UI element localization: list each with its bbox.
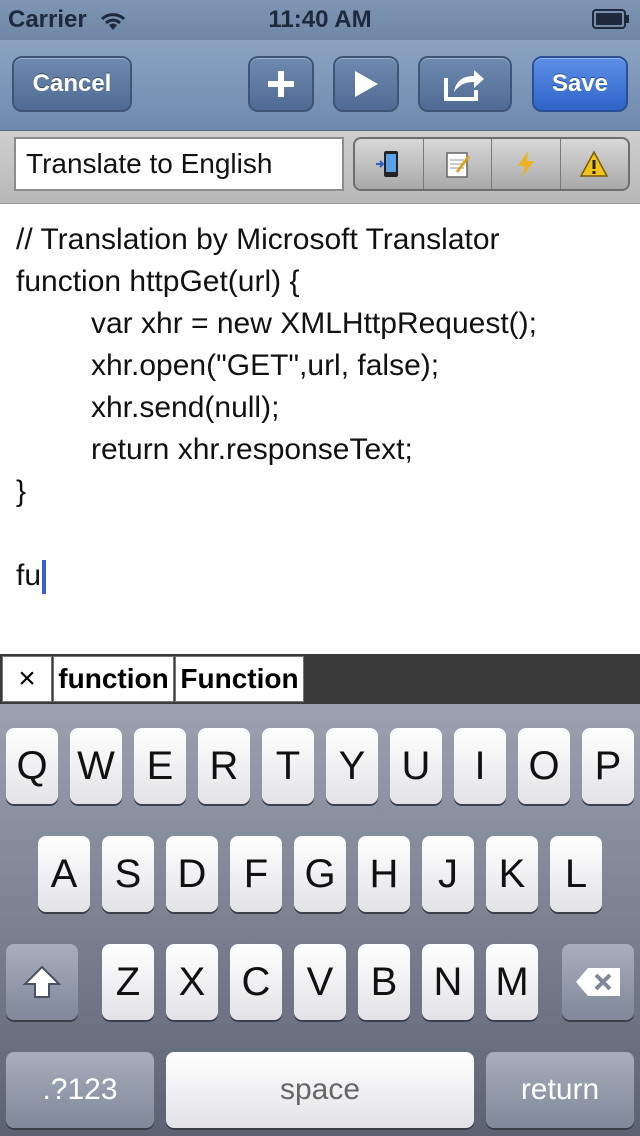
- keyboard: Q W E R T Y U I O P A S D F G H J K L Z …: [0, 704, 640, 1136]
- current-line-text: fu: [16, 559, 42, 592]
- warning-icon: [579, 150, 609, 177]
- notes-button[interactable]: [422, 139, 492, 189]
- key-b[interactable]: B: [358, 944, 410, 1020]
- status-bar: Carrier 11:40 AM: [0, 0, 640, 40]
- plus-icon: [268, 71, 294, 97]
- suggestion-item[interactable]: function: [53, 656, 174, 702]
- code-line: return xhr.responseText;: [91, 433, 413, 466]
- warnings-button[interactable]: [559, 139, 629, 189]
- lightning-icon: [517, 151, 534, 177]
- battery-icon: [592, 9, 629, 29]
- key-y[interactable]: Y: [326, 728, 378, 804]
- autocomplete-bar: × function Function: [0, 654, 640, 704]
- code-editor[interactable]: // Translation by Microsoft Translator f…: [0, 204, 640, 654]
- key-g[interactable]: G: [294, 836, 346, 912]
- title-input[interactable]: Translate to English: [14, 137, 344, 191]
- suggestion-item[interactable]: Function: [175, 656, 304, 702]
- key-c[interactable]: C: [230, 944, 282, 1020]
- key-l[interactable]: L: [550, 836, 602, 912]
- title-row: Translate to English: [0, 131, 640, 204]
- key-j[interactable]: J: [422, 836, 474, 912]
- space-key[interactable]: space: [166, 1052, 474, 1128]
- shift-key[interactable]: [6, 944, 78, 1020]
- key-k[interactable]: K: [486, 836, 538, 912]
- key-m[interactable]: M: [486, 944, 538, 1020]
- key-u[interactable]: U: [390, 728, 442, 804]
- key-t[interactable]: T: [262, 728, 314, 804]
- key-v[interactable]: V: [294, 944, 346, 1020]
- tool-segmented-control: [353, 137, 630, 191]
- key-h[interactable]: H: [358, 836, 410, 912]
- key-i[interactable]: I: [454, 728, 506, 804]
- numbers-key[interactable]: .?123: [6, 1052, 154, 1128]
- key-d[interactable]: D: [166, 836, 218, 912]
- key-x[interactable]: X: [166, 944, 218, 1020]
- code-line: }: [16, 475, 27, 508]
- key-r[interactable]: R: [198, 728, 250, 804]
- notepad-icon: [446, 152, 471, 178]
- key-f[interactable]: F: [230, 836, 282, 912]
- key-z[interactable]: Z: [102, 944, 154, 1020]
- key-w[interactable]: W: [70, 728, 122, 804]
- run-fast-button[interactable]: [491, 139, 560, 189]
- share-icon: [444, 70, 484, 101]
- add-button[interactable]: [248, 56, 314, 112]
- key-a[interactable]: A: [38, 836, 90, 912]
- shift-arrow-icon: [22, 965, 62, 998]
- code-line: xhr.send(null);: [91, 391, 280, 424]
- backspace-icon: [576, 968, 620, 996]
- code-line: // Translation by Microsoft Translator: [16, 223, 500, 256]
- key-p[interactable]: P: [582, 728, 634, 804]
- dismiss-suggestions-button[interactable]: ×: [2, 656, 52, 702]
- share-button[interactable]: [418, 56, 512, 112]
- status-time: 11:40 AM: [268, 6, 372, 33]
- phone-icon: [375, 151, 398, 177]
- delete-key[interactable]: [562, 944, 634, 1020]
- key-q[interactable]: Q: [6, 728, 58, 804]
- key-s[interactable]: S: [102, 836, 154, 912]
- cancel-button[interactable]: Cancel: [12, 56, 132, 112]
- run-button[interactable]: [333, 56, 399, 112]
- text-cursor: [42, 560, 47, 595]
- code-line: function httpGet(url) {: [16, 265, 300, 298]
- key-o[interactable]: O: [518, 728, 570, 804]
- play-icon: [355, 71, 378, 97]
- device-button[interactable]: [355, 139, 423, 189]
- code-line: var xhr = new XMLHttpRequest();: [91, 307, 538, 340]
- key-e[interactable]: E: [134, 728, 186, 804]
- toolbar: Cancel Save: [0, 40, 640, 131]
- code-line: xhr.open("GET",url, false);: [91, 349, 440, 382]
- return-key[interactable]: return: [486, 1052, 634, 1128]
- save-button[interactable]: Save: [532, 56, 628, 112]
- key-n[interactable]: N: [422, 944, 474, 1020]
- code-line-current: fu: [16, 556, 47, 596]
